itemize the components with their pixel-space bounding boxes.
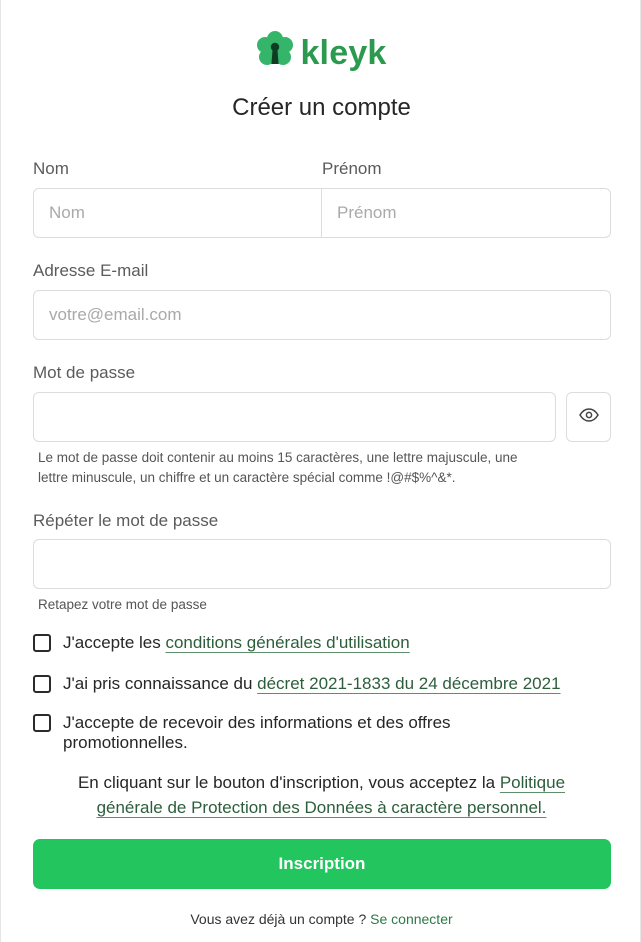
password-hint-line-1: Le mot de passe doit contenir au moins 1…: [38, 450, 518, 465]
terms-label: J'accepte les: [63, 633, 166, 652]
brand-logo: kleyk: [1, 30, 641, 75]
marketing-checkbox[interactable]: [33, 714, 51, 732]
brand-name: kleyk: [300, 33, 387, 72]
decree-checkbox[interactable]: [33, 675, 51, 693]
email-input[interactable]: [33, 290, 611, 340]
marketing-label-line-2: promotionnelles.: [63, 733, 188, 752]
keyhole-flower-icon: [256, 30, 294, 75]
login-prompt-text: Vous avez déjà un compte ?: [190, 911, 371, 927]
terms-row: J'accepte les conditions générales d'uti…: [33, 633, 410, 653]
first-name-label: Prénom: [322, 159, 382, 178]
privacy-policy-link-2[interactable]: générale de Protection des Données à car…: [97, 798, 547, 817]
show-password-button[interactable]: [566, 392, 611, 442]
terms-text: J'accepte les conditions générales d'uti…: [63, 633, 410, 653]
first-name-input[interactable]: [321, 188, 611, 238]
password-label: Mot de passe: [33, 363, 136, 382]
page-frame: kleyk Créer un compte Nom Prénom Adresse…: [0, 0, 641, 942]
marketing-label-line-1: J'accepte de recevoir des informations e…: [63, 713, 451, 732]
decree-label: J'ai pris connaissance du: [63, 674, 258, 693]
privacy-consent-text: En cliquant sur le bouton d'inscription,…: [41, 770, 602, 820]
login-link[interactable]: Se connecter: [370, 911, 453, 927]
password-hint: Le mot de passe doit contenir au moins 1…: [38, 448, 518, 488]
login-prompt: Vous avez déjà un compte ? Se connecter: [1, 909, 641, 929]
privacy-policy-link-1[interactable]: Politique: [500, 773, 565, 792]
email-label: Adresse E-mail: [33, 261, 149, 280]
marketing-row: J'accepte de recevoir des informations e…: [33, 713, 451, 753]
password-hint-line-2: lettre minuscule, un chiffre et un carac…: [38, 470, 456, 485]
password-repeat-label: Répéter le mot de passe: [33, 511, 219, 530]
decree-link[interactable]: décret 2021-1833 du 24 décembre 2021: [257, 674, 560, 693]
consent-label: En cliquant sur le bouton d'inscription,…: [77, 773, 500, 792]
decree-text: J'ai pris connaissance du décret 2021-18…: [63, 674, 561, 694]
last-name-label: Nom: [33, 159, 69, 178]
page-title: Créer un compte: [232, 94, 411, 121]
password-repeat-hint: Retapez votre mot de passe: [38, 597, 207, 612]
password-input[interactable]: [33, 392, 556, 442]
signup-button[interactable]: Inscription: [33, 839, 611, 889]
terms-link[interactable]: conditions générales d'utilisation: [165, 633, 409, 652]
password-repeat-input[interactable]: [33, 539, 611, 589]
decree-row: J'ai pris connaissance du décret 2021-18…: [33, 674, 561, 694]
terms-checkbox[interactable]: [33, 634, 51, 652]
marketing-text: J'accepte de recevoir des informations e…: [63, 713, 451, 753]
eye-icon: [578, 407, 599, 427]
last-name-input[interactable]: [33, 188, 323, 238]
